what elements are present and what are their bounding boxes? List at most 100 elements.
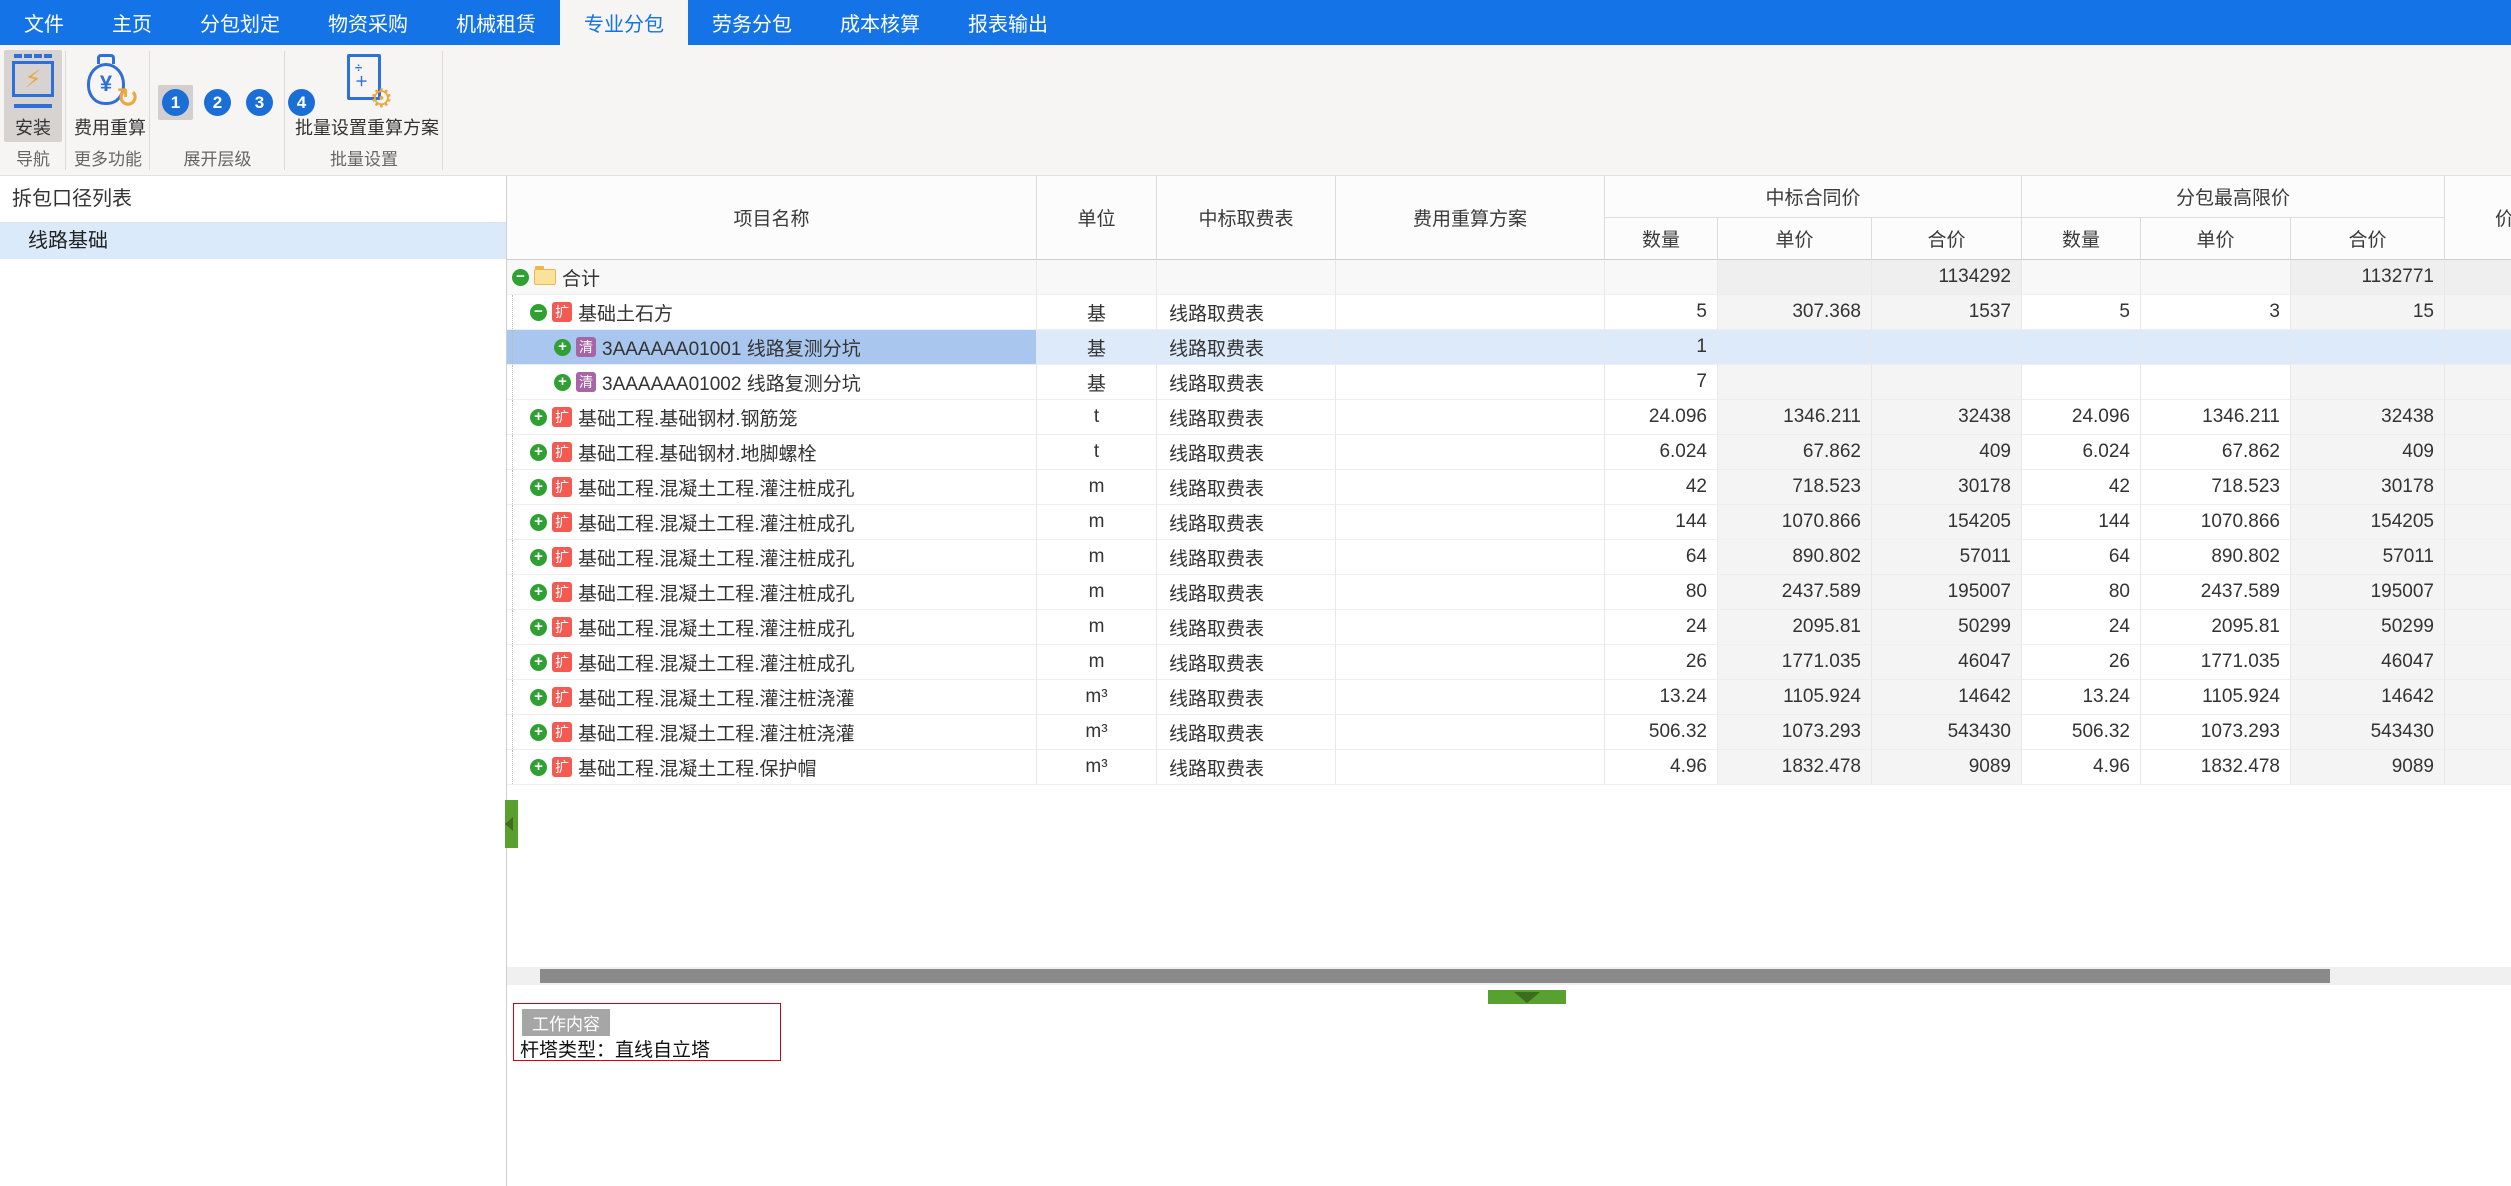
partial-cell[interactable] [2445, 610, 2511, 645]
sidebar-item-line-foundation[interactable]: 线路基础 [0, 223, 506, 259]
partial-cell[interactable] [2445, 295, 2511, 330]
horizontal-scrollbar-track[interactable] [507, 967, 2511, 985]
recalc-plan-cell[interactable] [1336, 365, 1605, 400]
expand-node-icon[interactable]: + [554, 339, 571, 356]
item-name-cell[interactable]: +扩基础工程.混凝土工程.灌注桩成孔 [507, 540, 1037, 575]
sub-quantity-cell[interactable]: 506.32 [2022, 715, 2141, 750]
expand-level-button-2[interactable]: 2 [200, 85, 235, 120]
item-name-cell[interactable]: −扩基础土石方 [507, 295, 1037, 330]
sub-unit-price-cell[interactable]: 890.802 [2141, 540, 2291, 575]
cost-recalc-button[interactable]: ¥ ↻ 费用重算 [68, 50, 152, 142]
expand-node-icon[interactable]: + [530, 689, 547, 706]
sub-total-price-cell[interactable]: 50299 [2291, 610, 2445, 645]
bid-unit-price-cell[interactable]: 2437.589 [1718, 575, 1872, 610]
unit-cell[interactable]: t [1037, 400, 1157, 435]
bid-quantity-cell[interactable]: 4.96 [1605, 750, 1718, 785]
bid-total-price-cell[interactable]: 1134292 [1872, 260, 2022, 295]
table-row[interactable]: +扩基础工程.混凝土工程.灌注桩成孔m线路取费表64890.8025701164… [507, 540, 2511, 575]
bid-total-price-cell[interactable] [1872, 330, 2022, 365]
expand-node-icon[interactable]: + [530, 619, 547, 636]
fee-table-cell[interactable]: 线路取费表 [1157, 540, 1336, 575]
menu-tab-2[interactable]: 分包划定 [176, 0, 304, 45]
column-header-bid-quantity[interactable]: 数量 [1605, 218, 1718, 260]
sub-quantity-cell[interactable]: 4.96 [2022, 750, 2141, 785]
bid-total-price-cell[interactable]: 32438 [1872, 400, 2022, 435]
sub-total-price-cell[interactable]: 1132771 [2291, 260, 2445, 295]
recalc-plan-cell[interactable] [1336, 645, 1605, 680]
table-row[interactable]: +扩基础工程.混凝土工程.灌注桩浇灌m³线路取费表506.321073.2935… [507, 715, 2511, 750]
partial-cell[interactable] [2445, 540, 2511, 575]
partial-cell[interactable] [2445, 260, 2511, 295]
recalc-plan-cell[interactable] [1336, 400, 1605, 435]
unit-cell[interactable]: t [1037, 435, 1157, 470]
bid-quantity-cell[interactable] [1605, 260, 1718, 295]
sub-total-price-cell[interactable]: 9089 [2291, 750, 2445, 785]
sub-total-price-cell[interactable]: 409 [2291, 435, 2445, 470]
bid-total-price-cell[interactable]: 1537 [1872, 295, 2022, 330]
fee-table-cell[interactable]: 线路取费表 [1157, 435, 1336, 470]
bid-total-price-cell[interactable]: 50299 [1872, 610, 2022, 645]
bid-quantity-cell[interactable]: 1 [1605, 330, 1718, 365]
sub-total-price-cell[interactable]: 57011 [2291, 540, 2445, 575]
bid-unit-price-cell[interactable]: 307.368 [1718, 295, 1872, 330]
bid-unit-price-cell[interactable] [1718, 330, 1872, 365]
sub-quantity-cell[interactable]: 13.24 [2022, 680, 2141, 715]
fee-table-cell[interactable]: 线路取费表 [1157, 365, 1336, 400]
unit-cell[interactable]: m [1037, 470, 1157, 505]
group-header-bid-contract-price[interactable]: 中标合同价 [1605, 176, 2022, 218]
table-row[interactable]: +扩基础工程.混凝土工程.灌注桩成孔m线路取费表1441070.86615420… [507, 505, 2511, 540]
menu-tab-3[interactable]: 物资采购 [304, 0, 432, 45]
bid-total-price-cell[interactable] [1872, 365, 2022, 400]
column-header-fee-table[interactable]: 中标取费表 [1157, 176, 1336, 260]
fee-table-cell[interactable]: 线路取费表 [1157, 400, 1336, 435]
fee-table-cell[interactable]: 线路取费表 [1157, 750, 1336, 785]
partial-cell[interactable] [2445, 435, 2511, 470]
unit-cell[interactable]: m³ [1037, 680, 1157, 715]
bid-quantity-cell[interactable]: 64 [1605, 540, 1718, 575]
expand-node-icon[interactable]: + [530, 409, 547, 426]
table-row[interactable]: +扩基础工程.混凝土工程.灌注桩成孔m线路取费表42718.5233017842… [507, 470, 2511, 505]
column-header-sub-total-price[interactable]: 合价 [2291, 218, 2445, 260]
sub-unit-price-cell[interactable]: 3 [2141, 295, 2291, 330]
fee-table-cell[interactable] [1157, 260, 1336, 295]
table-row[interactable]: +扩基础工程.混凝土工程.灌注桩成孔m线路取费表802437.589195007… [507, 575, 2511, 610]
bid-unit-price-cell[interactable]: 890.802 [1718, 540, 1872, 575]
bid-unit-price-cell[interactable]: 1105.924 [1718, 680, 1872, 715]
unit-cell[interactable]: m [1037, 575, 1157, 610]
recalc-plan-cell[interactable] [1336, 295, 1605, 330]
unit-cell[interactable]: m [1037, 505, 1157, 540]
bid-total-price-cell[interactable]: 14642 [1872, 680, 2022, 715]
partial-cell[interactable] [2445, 575, 2511, 610]
install-button[interactable]: ⚡ 安装 [4, 50, 62, 142]
expand-node-icon[interactable]: + [554, 374, 571, 391]
bid-unit-price-cell[interactable]: 718.523 [1718, 470, 1872, 505]
partial-cell[interactable] [2445, 365, 2511, 400]
bid-unit-price-cell[interactable]: 1832.478 [1718, 750, 1872, 785]
bid-total-price-cell[interactable]: 30178 [1872, 470, 2022, 505]
table-row[interactable]: +扩基础工程.混凝土工程.灌注桩成孔m线路取费表242095.815029924… [507, 610, 2511, 645]
fee-table-cell[interactable]: 线路取费表 [1157, 575, 1336, 610]
column-header-sub-unit-price[interactable]: 单价 [2141, 218, 2291, 260]
table-row[interactable]: +扩基础工程.混凝土工程.灌注桩浇灌m³线路取费表13.241105.92414… [507, 680, 2511, 715]
expand-node-icon[interactable]: + [530, 549, 547, 566]
left-splitter-handle[interactable] [505, 800, 518, 848]
fee-table-cell[interactable]: 线路取费表 [1157, 330, 1336, 365]
unit-cell[interactable]: m³ [1037, 750, 1157, 785]
column-header-unit[interactable]: 单位 [1037, 176, 1157, 260]
recalc-plan-cell[interactable] [1336, 260, 1605, 295]
unit-cell[interactable]: 基 [1037, 295, 1157, 330]
expand-level-button-3[interactable]: 3 [242, 85, 277, 120]
table-row[interactable]: +清3AAAAAA01002 线路复测分坑基线路取费表7 [507, 365, 2511, 400]
table-row[interactable]: −扩基础土石方基线路取费表5307.36815375315 [507, 295, 2511, 330]
bid-quantity-cell[interactable]: 144 [1605, 505, 1718, 540]
unit-cell[interactable]: m [1037, 610, 1157, 645]
column-header-name[interactable]: 项目名称 [507, 176, 1037, 260]
sub-total-price-cell[interactable]: 195007 [2291, 575, 2445, 610]
recalc-plan-cell[interactable] [1336, 610, 1605, 645]
bid-unit-price-cell[interactable] [1718, 365, 1872, 400]
sub-unit-price-cell[interactable]: 1105.924 [2141, 680, 2291, 715]
sub-quantity-cell[interactable]: 26 [2022, 645, 2141, 680]
item-name-cell[interactable]: +扩基础工程.基础钢材.地脚螺栓 [507, 435, 1037, 470]
sub-unit-price-cell[interactable] [2141, 365, 2291, 400]
bid-total-price-cell[interactable]: 409 [1872, 435, 2022, 470]
